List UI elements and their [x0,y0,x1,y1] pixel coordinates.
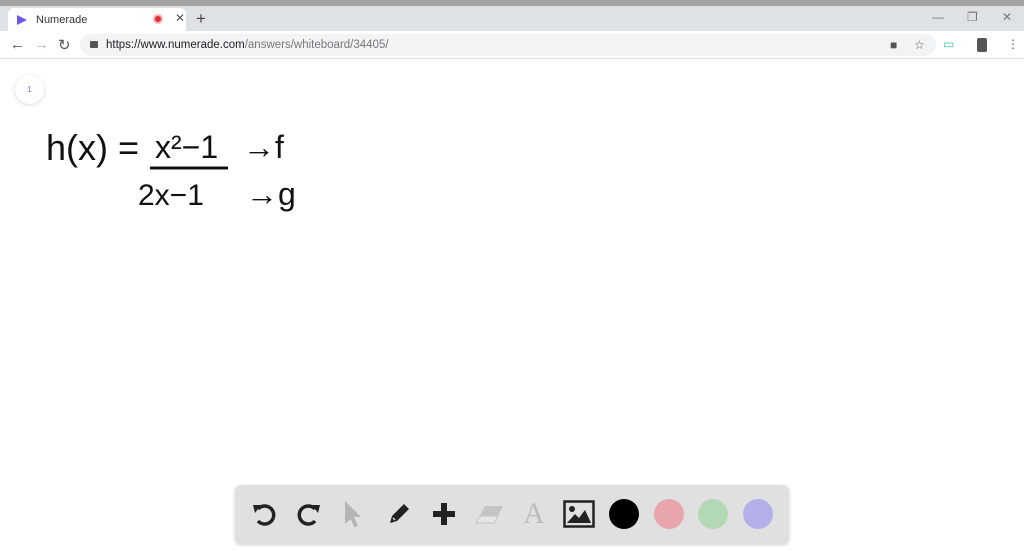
menu-icon[interactable]: ⋮ [1007,37,1019,51]
restore-button[interactable]: ❐ [967,10,978,24]
whiteboard-canvas[interactable]: h(x) = x²−1 2x−1 →f →g [0,60,1024,480]
lock-icon [90,41,98,48]
tab-bar: Numerade ✕ + — ❐ ✕ [0,6,1024,31]
color-swatch-pink[interactable] [654,499,684,529]
camera-icon[interactable]: ■ [890,34,897,56]
eraser-icon[interactable] [473,498,505,530]
address-bar-row: ← → ↻ https://www.numerade.com/answers/w… [0,31,1024,59]
select-icon[interactable] [337,498,369,530]
bookmark-star-icon[interactable]: ☆ [914,34,925,56]
denominator: 2x−1 [138,179,204,212]
recording-icon [153,14,163,24]
url-host: https://www.numerade.com [106,39,245,51]
text-icon[interactable]: A [518,497,550,530]
close-window-button[interactable]: ✕ [1002,10,1012,24]
cast-icon[interactable]: ▭ [943,37,954,51]
minimize-button[interactable]: — [932,10,944,24]
drawing-toolbar: A [235,485,789,544]
note-f: →f [243,129,284,165]
numerator: x²−1 [155,129,218,165]
profile-avatar[interactable] [977,38,987,52]
color-swatch-black[interactable] [609,499,639,529]
numerade-logo-icon [17,14,27,25]
reload-button[interactable]: ↻ [58,36,71,54]
back-button[interactable]: ← [10,36,25,53]
function-lhs: h(x) = [46,127,139,168]
tab-title: Numerade [36,13,88,26]
forward-button[interactable]: → [34,36,49,53]
close-tab-icon[interactable]: ✕ [175,11,185,25]
undo-icon[interactable] [248,498,280,530]
new-tab-button[interactable]: + [196,9,206,29]
url-input[interactable]: https://www.numerade.com/answers/whitebo… [80,34,936,56]
pencil-icon[interactable] [383,498,415,530]
note-g: →g [246,176,296,212]
image-icon[interactable] [563,498,595,530]
add-icon[interactable] [428,498,460,530]
url-path: /answers/whiteboard/34405/ [244,39,389,51]
color-swatch-green[interactable] [698,499,728,529]
tab-numerade[interactable]: Numerade ✕ [8,8,186,31]
redo-icon[interactable] [293,498,325,530]
color-swatch-purple[interactable] [743,499,773,529]
